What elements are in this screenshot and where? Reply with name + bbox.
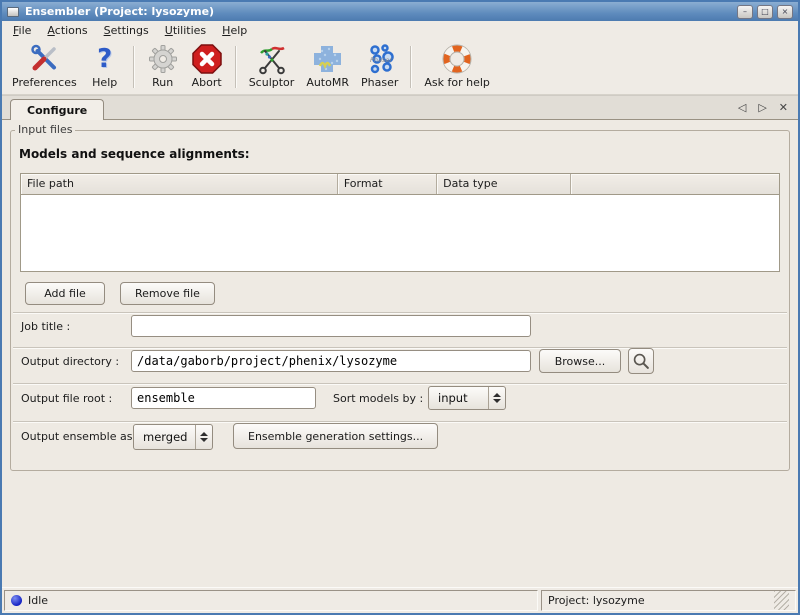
toolbar-sculptor[interactable]: Sculptor (243, 42, 301, 90)
menubar: File Actions Settings Utilities Help (2, 21, 798, 39)
window-title: Ensembler (Project: lysozyme) (25, 5, 731, 18)
search-directory-button[interactable] (628, 348, 654, 374)
toolbar-label: Preferences (12, 76, 77, 89)
output-file-root-input[interactable] (131, 387, 316, 409)
job-title-label: Job title : (21, 320, 70, 333)
file-table-body[interactable] (21, 195, 779, 271)
output-directory-label: Output directory : (21, 355, 119, 368)
toolbar-run[interactable]: Run (141, 42, 185, 90)
remove-file-button[interactable]: Remove file (120, 282, 215, 305)
dropdown-value: input (429, 387, 488, 409)
separator (13, 383, 787, 385)
status-dot-icon (11, 595, 22, 606)
toolbar-label: Help (92, 76, 117, 89)
status-text: Idle (28, 594, 48, 607)
column-empty[interactable] (571, 174, 779, 194)
toolbar-separator (133, 46, 135, 88)
toolbar-separator (410, 46, 412, 88)
toolbar-automr[interactable]: AutoMR (300, 42, 355, 90)
svg-text:Phaser: Phaser (370, 56, 393, 64)
add-file-button[interactable]: Add file (25, 282, 105, 305)
sort-models-dropdown[interactable]: input (428, 386, 506, 410)
minimize-button[interactable]: – (737, 5, 753, 19)
toolbar-separator (235, 46, 237, 88)
menu-file[interactable]: File (5, 22, 39, 39)
output-ensemble-as-label: Output ensemble as : (21, 430, 140, 443)
ensemble-generation-settings-button[interactable]: Ensemble generation settings... (233, 423, 438, 449)
ensembler-window: Ensembler (Project: lysozyme) – □ × File… (0, 0, 800, 615)
titlebar[interactable]: Ensembler (Project: lysozyme) – □ × (2, 2, 798, 21)
output-ensemble-dropdown[interactable]: merged (133, 424, 213, 450)
project-text: Project: lysozyme (548, 594, 645, 607)
input-files-group: Input files Models and sequence alignmen… (10, 130, 790, 471)
tab-close-icon[interactable]: ✕ (779, 101, 788, 114)
search-icon (630, 350, 652, 372)
tab-label: Configure (27, 104, 87, 117)
group-title: Input files (15, 123, 75, 136)
gear-icon (147, 43, 179, 75)
question-mark-icon: ? (89, 43, 121, 75)
maximize-button[interactable]: □ (757, 5, 773, 19)
column-format[interactable]: Format (338, 174, 437, 194)
menu-actions[interactable]: Actions (39, 22, 95, 39)
output-directory-input[interactable] (131, 350, 531, 372)
tab-bar: Configure ◁ ▷ ✕ (2, 95, 798, 119)
file-table-header: File path Format Data type (21, 174, 779, 195)
puzzle-helix-icon (312, 43, 344, 75)
output-file-root-label: Output file root : (21, 392, 112, 405)
dropdown-arrows-icon (195, 425, 212, 449)
toolbar-label: AutoMR (306, 76, 349, 89)
menu-utilities[interactable]: Utilities (157, 22, 214, 39)
status-bar: Idle Project: lysozyme (2, 587, 798, 613)
stop-x-icon (191, 43, 223, 75)
toolbar-label: Ask for help (424, 76, 490, 89)
toolbar-label: Sculptor (249, 76, 295, 89)
browse-button[interactable]: Browse... (539, 349, 621, 373)
lifebuoy-icon (441, 43, 473, 75)
close-button[interactable]: × (777, 5, 793, 19)
column-data-type[interactable]: Data type (437, 174, 570, 194)
tab-nav: ◁ ▷ ✕ (728, 101, 798, 119)
toolbar-abort[interactable]: Abort (185, 42, 229, 90)
models-heading: Models and sequence alignments: (19, 147, 250, 161)
sort-models-by-label: Sort models by : (333, 392, 423, 405)
job-title-input[interactable] (131, 315, 531, 337)
window-icon (7, 7, 19, 17)
tab-scroll-right-icon[interactable]: ▷ (758, 101, 766, 114)
toolbar-label: Run (152, 76, 173, 89)
project-panel: Project: lysozyme (541, 590, 796, 611)
toolbar-preferences[interactable]: Preferences (6, 42, 83, 90)
configure-panel: Input files Models and sequence alignmen… (2, 119, 798, 587)
toolbar: Preferences ? Help (2, 39, 798, 95)
column-file-path[interactable]: File path (21, 174, 338, 194)
tab-scroll-left-icon[interactable]: ◁ (738, 101, 746, 114)
gears-cluster-icon: Phaser (364, 43, 396, 75)
separator (13, 312, 787, 314)
toolbar-label: Phaser (361, 76, 398, 89)
separator (13, 347, 787, 349)
toolbar-ask-for-help[interactable]: Ask for help (418, 42, 496, 90)
resize-grip[interactable] (774, 591, 789, 610)
tools-icon (28, 43, 60, 75)
tab-configure[interactable]: Configure (10, 99, 104, 120)
dropdown-value: merged (134, 425, 195, 449)
scissors-icon (256, 43, 288, 75)
toolbar-help[interactable]: ? Help (83, 42, 127, 90)
status-panel: Idle (4, 590, 538, 611)
dropdown-arrows-icon (488, 387, 505, 409)
menu-settings[interactable]: Settings (96, 22, 157, 39)
toolbar-label: Abort (192, 76, 222, 89)
file-table: File path Format Data type (20, 173, 780, 272)
menu-help[interactable]: Help (214, 22, 255, 39)
toolbar-phaser[interactable]: Phaser Phaser (355, 42, 404, 90)
